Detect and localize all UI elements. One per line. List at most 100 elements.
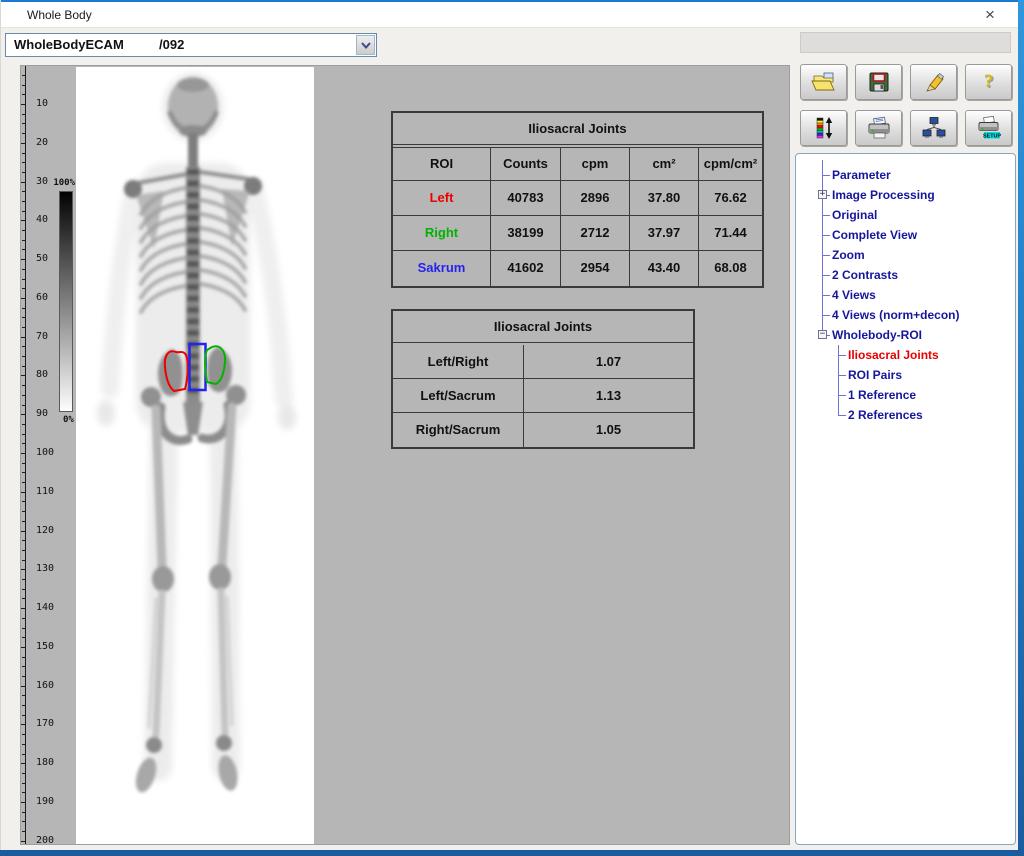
ruler-tick	[22, 366, 26, 367]
colorbar-min-label: 0%	[63, 415, 74, 425]
ruler-tick	[22, 191, 26, 192]
toolbar-blank-strip	[800, 32, 1011, 53]
ruler-tick	[21, 724, 26, 725]
table-header-row: ROICountscpmcm²cpm/cm²	[393, 147, 762, 181]
ruler-tick	[21, 686, 26, 687]
ruler-label: 120	[36, 526, 62, 536]
column-header: cm²	[629, 148, 698, 180]
ruler-tick	[22, 385, 26, 386]
ruler-tick	[22, 501, 26, 502]
ruler-tick	[22, 249, 26, 250]
ruler-label: 100	[36, 448, 62, 458]
color-scale-button[interactable]	[800, 110, 847, 146]
ruler-label: 20	[36, 138, 62, 148]
tree-item-2-references[interactable]: 2 References	[848, 406, 923, 424]
setup-label: SETUP	[983, 133, 1001, 139]
window-title: Whole Body	[27, 8, 92, 22]
open-file-button[interactable]	[800, 64, 847, 100]
tree-item-parameter[interactable]: Parameter	[832, 166, 891, 184]
ruler-tick	[21, 608, 26, 609]
close-icon[interactable]: ×	[976, 4, 1004, 26]
ruler-tick	[22, 734, 26, 735]
tree-connector-line	[822, 295, 830, 296]
combobox-dropdown-button[interactable]	[356, 35, 375, 55]
ratio-label: Left/Right	[393, 345, 523, 378]
app-window: Whole Body × WholeBodyECAM /092 10203040…	[0, 0, 1024, 856]
study-combobox[interactable]: WholeBodyECAM /092	[5, 33, 377, 57]
value-cell: 2896	[560, 181, 629, 215]
edit-button[interactable]	[910, 64, 957, 100]
ruler-label: 190	[36, 797, 62, 807]
ruler-tick	[21, 414, 26, 415]
network-print-button[interactable]	[910, 110, 957, 146]
ruler-tick	[22, 589, 26, 590]
ruler-label: 130	[36, 564, 62, 574]
ruler-tick	[22, 773, 26, 774]
ruler-tick	[22, 346, 26, 347]
tree-item-4-views[interactable]: 4 Views	[832, 286, 876, 304]
tree-connector-line	[822, 215, 830, 216]
tree-item-original[interactable]: Original	[832, 206, 877, 224]
ruler-tick	[22, 637, 26, 638]
ruler-tick	[21, 841, 26, 842]
intensity-colorbar	[59, 191, 73, 412]
ruler-tick	[22, 463, 26, 464]
ruler-tick	[22, 472, 26, 473]
tree-item-zoom[interactable]: Zoom	[832, 246, 865, 264]
ratio-value: 1.05	[523, 413, 693, 447]
tree-expand-icon[interactable]: +	[818, 190, 827, 199]
combobox-value: WholeBodyECAM	[14, 37, 124, 52]
value-cell: 76.62	[698, 181, 762, 215]
tree-item-2-contrasts[interactable]: 2 Contrasts	[832, 266, 898, 284]
tree-connector-line	[838, 415, 846, 416]
roi-label: Left	[393, 181, 490, 215]
ruler-tick	[22, 831, 26, 832]
ruler-tick	[21, 531, 26, 532]
ruler-tick	[22, 744, 26, 745]
ruler-line	[25, 66, 26, 844]
ratio-value: 1.13	[523, 379, 693, 412]
value-cell: 71.44	[698, 216, 762, 250]
save-button[interactable]	[855, 64, 902, 100]
tree-collapse-icon[interactable]: −	[818, 330, 827, 339]
tree-item-image-processing[interactable]: Image Processing	[832, 186, 935, 204]
tree-item-4-views-norm-decon[interactable]: 4 Views (norm+decon)	[832, 306, 959, 324]
print-setup-button[interactable]: SETUP	[965, 110, 1012, 146]
tree-item-iliosacral-joints[interactable]: Iliosacral Joints	[848, 346, 939, 364]
ruler-tick	[22, 434, 26, 435]
tree-item-roi-pairs[interactable]: ROI Pairs	[848, 366, 902, 384]
help-button[interactable]: ? ?	[965, 64, 1012, 100]
ruler-tick	[22, 327, 26, 328]
ratio-row: Right/Sacrum1.05	[393, 413, 693, 447]
ruler-tick	[21, 337, 26, 338]
ruler-label: 180	[36, 758, 62, 768]
ruler-label: 150	[36, 642, 62, 652]
tree-item-wholebody-roi[interactable]: Wholebody-ROI	[832, 326, 922, 344]
ruler-tick	[21, 259, 26, 260]
ruler-tick	[22, 279, 26, 280]
ruler-tick	[22, 695, 26, 696]
ruler-tick	[22, 783, 26, 784]
column-header: cpm	[560, 148, 629, 180]
combobox-suffix: /092	[159, 37, 184, 52]
ruler-label: 200	[36, 836, 62, 846]
value-cell: 37.97	[629, 216, 698, 250]
ruler-label: 160	[36, 681, 62, 691]
network-computers-icon	[921, 116, 947, 140]
ruler-tick	[22, 482, 26, 483]
ruler-tick	[22, 288, 26, 289]
ratio-row: Left/Sacrum1.13	[393, 379, 693, 413]
tree-connector-line	[822, 315, 830, 316]
ruler-label: 10	[36, 99, 62, 109]
table-row: Right38199271237.9771.44	[393, 216, 762, 251]
column-header: cpm/cm²	[698, 148, 762, 180]
tree-item-complete-view[interactable]: Complete View	[832, 226, 917, 244]
ruler-tick	[22, 628, 26, 629]
ruler-tick	[22, 123, 26, 124]
roi-label: Sakrum	[393, 251, 490, 286]
print-button[interactable]	[855, 110, 902, 146]
tree-item-1-reference[interactable]: 1 Reference	[848, 386, 916, 404]
table-title: Iliosacral Joints	[393, 311, 693, 343]
tree-connector-line	[822, 175, 830, 176]
help-question-icon: ? ?	[979, 70, 999, 94]
